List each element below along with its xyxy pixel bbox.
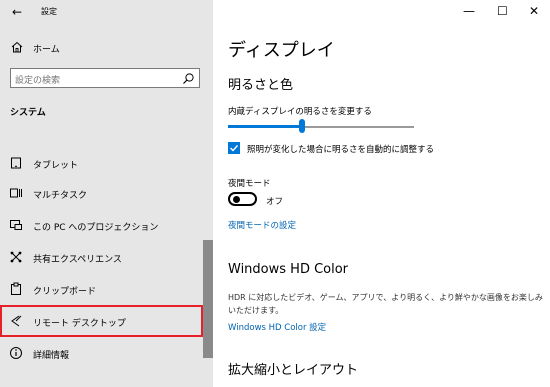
back-button[interactable]: ←: [12, 5, 22, 19]
search-icon: [183, 73, 194, 84]
checkmark-icon: [230, 145, 239, 152]
clipboard-icon: [11, 282, 21, 295]
sidebar-item-clipboard[interactable]: クリップボード: [0, 274, 203, 304]
night-light-toggle[interactable]: [228, 192, 257, 206]
section-heading: システム: [10, 108, 46, 118]
auto-brightness-label: 照明が変化した場合に明るさを自動的に調整する: [247, 145, 435, 155]
scrollbar-thumb[interactable]: [203, 240, 213, 358]
hd-color-settings-link[interactable]: Windows HD Color 設定: [228, 321, 326, 333]
sidebar-item-label: マルチタスク: [33, 191, 88, 201]
home-nav-item[interactable]: ホーム: [0, 35, 213, 61]
sidebar-item-about[interactable]: 詳細情報: [0, 338, 203, 368]
sidebar-item-label: 共有エクスペリエンス: [33, 255, 122, 265]
brightness-slider-fill: [228, 125, 303, 128]
toggle-knob: [233, 196, 240, 203]
night-light-label: 夜間モード: [228, 179, 271, 189]
title-bar: ← 設定: [0, 0, 213, 24]
hd-color-description-line2: いただけます。: [228, 306, 284, 315]
sidebar-item-label: クリップボード: [33, 287, 97, 297]
sidebar-item-projection[interactable]: この PC へのプロジェクション: [0, 210, 203, 240]
hd-color-heading: Windows HD Color: [228, 262, 349, 277]
night-light-state: オフ: [266, 197, 284, 207]
close-button[interactable]: ✕: [529, 4, 539, 18]
info-icon: [10, 347, 22, 359]
sidebar-item-label: リモート デスクトップ: [33, 319, 126, 329]
navigation-pane: ← 設定 ホーム 設定の検索 システム タブレット マルチタスク この PC へ…: [0, 0, 213, 387]
brightness-heading: 明るさと色: [228, 78, 294, 93]
search-box[interactable]: 設定の検索: [10, 68, 200, 88]
home-label: ホーム: [33, 45, 60, 55]
window-title: 設定: [41, 7, 57, 16]
sidebar-item-shared-experiences[interactable]: 共有エクスペリエンス: [0, 242, 203, 272]
auto-brightness-checkbox[interactable]: [228, 142, 240, 154]
home-icon: [11, 41, 23, 53]
tablet-icon: [11, 157, 21, 169]
minimize-button[interactable]: —: [463, 4, 475, 18]
remote-desktop-icon: [11, 315, 22, 327]
brightness-slider-thumb[interactable]: [299, 119, 306, 133]
content-pane: — ☐ ✕ ディスプレイ 明るさと色 内蔵ディスプレイの明るさを変更する 照明が…: [213, 0, 550, 387]
page-title: ディスプレイ: [228, 40, 335, 61]
sidebar-item-multitasking[interactable]: マルチタスク: [0, 178, 203, 208]
hd-color-description-line1: HDR に対応したビデオ、ゲーム、アプリで、より明るく、より鮮やかな画像をお楽し…: [228, 293, 543, 302]
sidebar-item-label: この PC へのプロジェクション: [33, 223, 159, 233]
night-light-settings-link[interactable]: 夜間モードの設定: [228, 219, 296, 231]
sidebar-item-tablet[interactable]: タブレット: [0, 148, 203, 178]
maximize-button[interactable]: ☐: [497, 4, 508, 18]
sidebar-item-remote-desktop[interactable]: リモート デスクトップ: [0, 305, 203, 337]
projection-icon: [10, 220, 22, 230]
shared-experiences-icon: [10, 251, 22, 263]
scale-layout-heading: 拡大縮小とレイアウト: [228, 363, 359, 378]
brightness-slider-label: 内蔵ディスプレイの明るさを変更する: [228, 107, 372, 117]
search-input[interactable]: 設定の検索: [15, 73, 60, 86]
multitasking-icon: [10, 188, 22, 198]
sidebar-item-label: タブレット: [33, 161, 79, 171]
sidebar-item-label: 詳細情報: [33, 351, 70, 361]
